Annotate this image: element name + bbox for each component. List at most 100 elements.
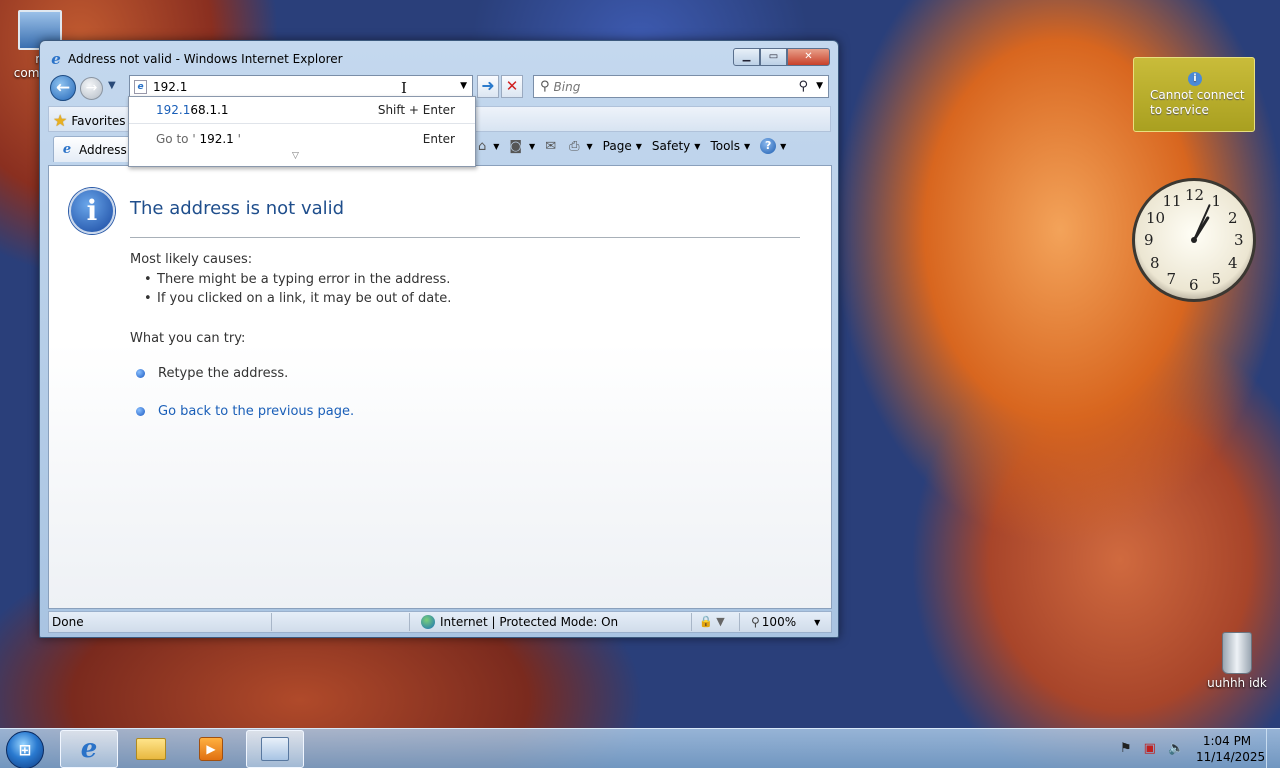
taskbar-explorer[interactable] [122,730,180,768]
status-separator [739,613,740,631]
action-center-flag-icon[interactable]: ⚑ [1120,741,1132,756]
favorites-label: Favorites [71,113,126,128]
command-bar: ⌂ ▼ ◙ ▼ ✉ ⎙ ▼ Page ▼ Safety ▼ Tools ▼ ? ▼ [478,138,796,154]
zoom-dropdown-arrow[interactable]: ▼ [814,618,820,627]
home-icon: ⌂ [478,138,487,154]
taskbar-window[interactable] [246,730,304,768]
go-button[interactable]: ➜ [477,75,499,98]
autocomplete-suggestion[interactable]: 192.168.1.1 Shift + Enter [129,99,475,121]
stop-button[interactable]: ✕ [501,75,523,98]
read-mail-button[interactable]: ✉ [545,139,559,154]
info-icon: i [1188,72,1202,86]
status-bar: Done Internet | Protected Mode: On 🔒 ▼ ⚲… [48,611,832,633]
taskbar-clock[interactable]: 1:04 PM 11/14/2025 [1196,733,1266,765]
cause-item: If you clicked on a link, it may be out … [144,291,451,306]
maximize-button[interactable]: ▭ [760,48,787,66]
address-bar[interactable]: e 192.1 I ▼ [129,75,473,98]
try-heading: What you can try: [130,331,246,346]
tab-ie-icon: e [62,141,72,157]
clock-number: 6 [1189,276,1199,294]
cause-item: There might be a typing error in the add… [144,272,450,287]
media-player-icon: ▶ [199,737,223,761]
feeds-button[interactable]: ◙ ▼ [509,139,535,154]
clock-time: 1:04 PM [1202,734,1252,748]
desktop-icon-recycle-bin-label: uuhhh idk [1207,676,1267,690]
suggestion-match: 192.1 [156,103,191,117]
taskbar-ie[interactable]: e [60,730,118,768]
search-button[interactable]: ⚲ [798,79,808,94]
title-bar[interactable]: e Address not valid - Windows Internet E… [48,49,728,69]
clock-gadget[interactable]: 12 1 2 3 4 5 6 7 8 9 10 11 [1132,178,1256,302]
rss-icon: ◙ [509,138,523,154]
address-autocomplete: 192.168.1.1 Shift + Enter Go to ' 192.1 … [128,96,476,167]
zoom-control[interactable]: ⚲ 100% ▼ [751,615,820,629]
page-menu[interactable]: Page ▼ [603,139,642,153]
weather-gadget[interactable]: i Cannot connect to service [1133,57,1255,132]
protected-mode-dropdown[interactable]: 🔒 ▼ [699,615,725,628]
globe-icon [421,615,435,629]
zoom-icon: ⚲ [751,615,760,629]
divider [130,237,800,238]
clock-number: 3 [1234,231,1244,249]
page-icon: e [134,79,147,94]
zoom-level: 100% [761,615,797,629]
status-separator [409,613,410,631]
recycle-bin-icon [1222,632,1252,674]
system-tray: ⚑ ▣ 🔈 [1120,741,1196,756]
favorites-button[interactable]: ★ Favorites [53,111,126,130]
print-button[interactable]: ⎙ ▼ [569,139,593,154]
star-icon: ★ [53,111,68,130]
go-to-suffix: ' [237,132,241,146]
desktop-icon-recycle-bin[interactable]: uuhhh idk [1202,632,1272,690]
help-menu[interactable]: ? ▼ [760,138,786,154]
status-text: Done [52,615,84,629]
clock-date: 11/14/2025 [1196,750,1266,764]
clock-number: 5 [1211,269,1222,288]
printer-icon: ⎙ [569,138,580,154]
forward-button[interactable]: → [80,77,103,100]
autocomplete-go-to[interactable]: Go to ' 192.1 ' Enter [129,128,475,150]
back-button[interactable]: ← [50,75,76,101]
search-options-dropdown[interactable]: ▼ [816,81,823,91]
suggestion-shortcut: Shift + Enter [377,103,455,117]
safety-menu[interactable]: Safety ▼ [652,139,701,153]
status-separator [691,613,692,631]
clock-number: 9 [1144,231,1154,249]
address-input[interactable]: 192.1 [153,80,187,94]
bullet-icon [136,369,145,378]
clock-number: 8 [1150,253,1160,272]
autocomplete-divider [129,123,475,124]
security-zone-label: Internet | Protected Mode: On [440,615,619,629]
address-dropdown-arrow[interactable]: ▼ [460,81,467,91]
search-input[interactable] [553,79,794,94]
window-title: Address not valid - Windows Internet Exp… [68,52,343,66]
ie-logo-icon: e [51,50,61,68]
home-button[interactable]: ⌂ ▼ [478,139,499,154]
go-back-link[interactable]: Go back to the previous page. [158,404,354,419]
causes-heading: Most likely causes: [130,252,253,267]
weather-gadget-message: Cannot connect to service [1150,88,1245,117]
chevron-down-icon[interactable]: ▽ [292,151,299,161]
go-to-value: 192.1 [195,132,238,146]
search-box[interactable]: ⚲ ⚲ ▼ [533,75,829,98]
volume-muted-icon[interactable]: 🔈 [1168,741,1184,756]
network-icon[interactable]: ▣ [1144,741,1156,756]
error-title: The address is not valid [130,198,345,219]
retype-text: Retype the address. [158,366,289,381]
info-icon: i [69,188,115,234]
clock-number: 7 [1166,269,1177,288]
minimize-button[interactable]: ▁ [733,48,760,66]
recent-pages-dropdown[interactable]: ▼ [108,80,116,91]
window-controls: ▁ ▭ ✕ [733,48,830,66]
mail-icon: ✉ [545,138,557,154]
security-zone[interactable]: Internet | Protected Mode: On [421,615,618,629]
go-to-prefix: Go to ' [156,132,196,146]
clock-number: 10 [1146,208,1166,227]
tools-menu[interactable]: Tools ▼ [710,139,750,153]
taskbar: ⊞ e ▶ ⚑ ▣ 🔈 1:04 PM 11/14/2025 [0,728,1280,768]
show-desktop-button[interactable] [1266,729,1280,768]
close-button[interactable]: ✕ [787,48,830,66]
text-cursor-icon: I [401,79,407,97]
start-button[interactable]: ⊞ [6,731,44,768]
taskbar-media-player[interactable]: ▶ [182,730,240,768]
